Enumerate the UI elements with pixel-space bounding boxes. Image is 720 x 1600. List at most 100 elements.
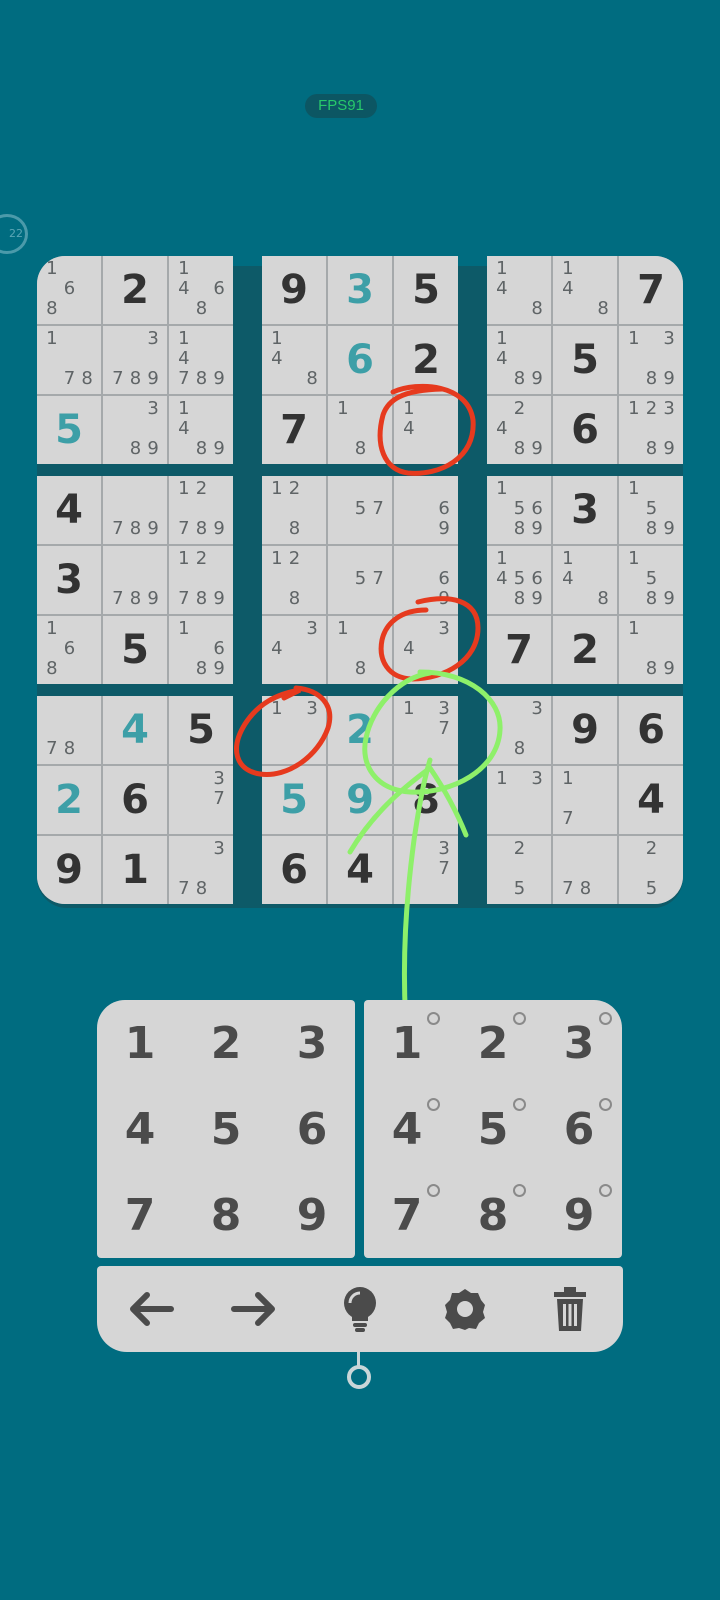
note-key-2[interactable]: 2 — [450, 1000, 536, 1086]
sudoku-cell[interactable]: 168 — [37, 616, 101, 684]
sudoku-cell[interactable]: 389 — [103, 396, 167, 464]
sudoku-cell[interactable]: 2 — [553, 616, 617, 684]
sudoku-cell[interactable]: 189 — [619, 616, 683, 684]
hint-button[interactable] — [330, 1279, 390, 1339]
note-key-9[interactable]: 9 — [536, 1172, 622, 1258]
sudoku-cell[interactable]: 78 — [37, 696, 101, 764]
sudoku-cell[interactable]: 3 78 — [169, 836, 233, 904]
sudoku-cell[interactable]: 34 — [394, 616, 458, 684]
sudoku-cell[interactable]: 145689 — [487, 546, 551, 614]
sudoku-cell[interactable]: 57 — [328, 476, 392, 544]
sudoku-cell[interactable]: 4 — [103, 696, 167, 764]
sudoku-cell[interactable]: 34 — [262, 616, 326, 684]
note-key-5[interactable]: 5 — [450, 1086, 536, 1172]
sudoku-cell[interactable]: 2 — [103, 256, 167, 324]
sudoku-cell[interactable]: 1 389 — [619, 326, 683, 394]
digit-key-6[interactable]: 6 — [269, 1086, 355, 1172]
sudoku-cell[interactable]: 5 — [37, 396, 101, 464]
sudoku-cell[interactable]: 1 37 — [394, 696, 458, 764]
sudoku-cell[interactable]: 1489 — [487, 326, 551, 394]
sudoku-cell[interactable]: 12389 — [619, 396, 683, 464]
sudoku-cell[interactable]: 12 8 — [262, 476, 326, 544]
sudoku-cell[interactable]: 2 — [328, 696, 392, 764]
sudoku-cell[interactable]: 3 789 — [103, 326, 167, 394]
sudoku-cell[interactable]: 1489 — [169, 396, 233, 464]
sudoku-cell[interactable]: 14 8 — [553, 256, 617, 324]
note-key-6[interactable]: 6 — [536, 1086, 622, 1172]
sudoku-cell[interactable]: 5 — [169, 696, 233, 764]
note-key-4[interactable]: 4 — [364, 1086, 450, 1172]
sudoku-cell[interactable]: 9 — [553, 696, 617, 764]
sudoku-cell[interactable]: 2 — [394, 326, 458, 394]
sudoku-cell[interactable]: 14 8 — [553, 546, 617, 614]
sudoku-cell[interactable]: 3 — [37, 546, 101, 614]
sudoku-cell[interactable]: 37 — [169, 766, 233, 834]
sudoku-cell[interactable]: 4 — [328, 836, 392, 904]
sudoku-cell[interactable]: 178 — [37, 326, 101, 394]
digit-key-4[interactable]: 4 — [97, 1086, 183, 1172]
sudoku-cell[interactable]: 12789 — [169, 546, 233, 614]
note-key-7[interactable]: 7 — [364, 1172, 450, 1258]
sudoku-cell[interactable]: 15689 — [487, 476, 551, 544]
drag-handle[interactable] — [347, 1365, 371, 1389]
sudoku-cell[interactable]: 2489 — [487, 396, 551, 464]
sudoku-cell[interactable]: 3 — [553, 476, 617, 544]
sudoku-cell[interactable]: 6 — [619, 696, 683, 764]
sudoku-cell[interactable]: 7 — [487, 616, 551, 684]
sudoku-cell[interactable]: 7 — [619, 256, 683, 324]
sudoku-cell[interactable]: 6 — [103, 766, 167, 834]
redo-button[interactable] — [225, 1279, 285, 1339]
sudoku-cell[interactable]: 25 — [487, 836, 551, 904]
sudoku-cell[interactable]: 4 — [619, 766, 683, 834]
sudoku-cell[interactable]: 9 — [37, 836, 101, 904]
sudoku-cell[interactable]: 14789 — [169, 326, 233, 394]
sudoku-cell[interactable]: 9 — [262, 256, 326, 324]
digit-key-5[interactable]: 5 — [183, 1086, 269, 1172]
sudoku-cell[interactable]: 18 — [328, 396, 392, 464]
delete-button[interactable] — [540, 1279, 600, 1339]
sudoku-cell[interactable]: 25 — [619, 836, 683, 904]
sudoku-cell[interactable]: 57 — [328, 546, 392, 614]
sudoku-cell[interactable]: 7 — [262, 396, 326, 464]
sudoku-cell[interactable]: 5 — [262, 766, 326, 834]
sudoku-cell[interactable]: 5 — [553, 326, 617, 394]
sudoku-cell[interactable]: 789 — [103, 476, 167, 544]
sudoku-cell[interactable]: 5 — [394, 256, 458, 324]
sudoku-cell[interactable]: 38 — [487, 696, 551, 764]
sudoku-cell[interactable]: 37 — [394, 836, 458, 904]
sudoku-cell[interactable]: 14 68 — [169, 256, 233, 324]
sudoku-cell[interactable]: 789 — [103, 546, 167, 614]
sudoku-cell[interactable]: 4 — [37, 476, 101, 544]
sudoku-cell[interactable]: 1589 — [619, 546, 683, 614]
sudoku-cell[interactable]: 78 — [553, 836, 617, 904]
digit-key-3[interactable]: 3 — [269, 1000, 355, 1086]
undo-button[interactable] — [120, 1279, 180, 1339]
digit-key-9[interactable]: 9 — [269, 1172, 355, 1258]
sudoku-cell[interactable]: 12789 — [169, 476, 233, 544]
sudoku-cell[interactable]: 6 — [328, 326, 392, 394]
digit-key-7[interactable]: 7 — [97, 1172, 183, 1258]
digit-key-8[interactable]: 8 — [183, 1172, 269, 1258]
sudoku-cell[interactable]: 17 — [553, 766, 617, 834]
sudoku-cell[interactable]: 5 — [103, 616, 167, 684]
digit-key-1[interactable]: 1 — [97, 1000, 183, 1086]
sudoku-cell[interactable]: 13 — [262, 696, 326, 764]
sudoku-cell[interactable]: 6 — [553, 396, 617, 464]
digit-key-2[interactable]: 2 — [183, 1000, 269, 1086]
sudoku-cell[interactable]: 1 — [103, 836, 167, 904]
sudoku-cell[interactable]: 18 — [328, 616, 392, 684]
sudoku-cell[interactable]: 1589 — [619, 476, 683, 544]
sudoku-cell[interactable]: 69 — [394, 476, 458, 544]
sudoku-cell[interactable]: 14 8 — [262, 326, 326, 394]
sudoku-cell[interactable]: 69 — [394, 546, 458, 614]
note-key-3[interactable]: 3 — [536, 1000, 622, 1086]
settings-button[interactable] — [435, 1279, 495, 1339]
sudoku-cell[interactable]: 3 — [328, 256, 392, 324]
sudoku-cell[interactable]: 8 — [394, 766, 458, 834]
sudoku-cell[interactable]: 14 — [394, 396, 458, 464]
sudoku-cell[interactable]: 9 — [328, 766, 392, 834]
sudoku-cell[interactable]: 12 8 — [262, 546, 326, 614]
sudoku-cell[interactable]: 168 — [37, 256, 101, 324]
sudoku-cell[interactable]: 1689 — [169, 616, 233, 684]
sudoku-cell[interactable]: 13 — [487, 766, 551, 834]
